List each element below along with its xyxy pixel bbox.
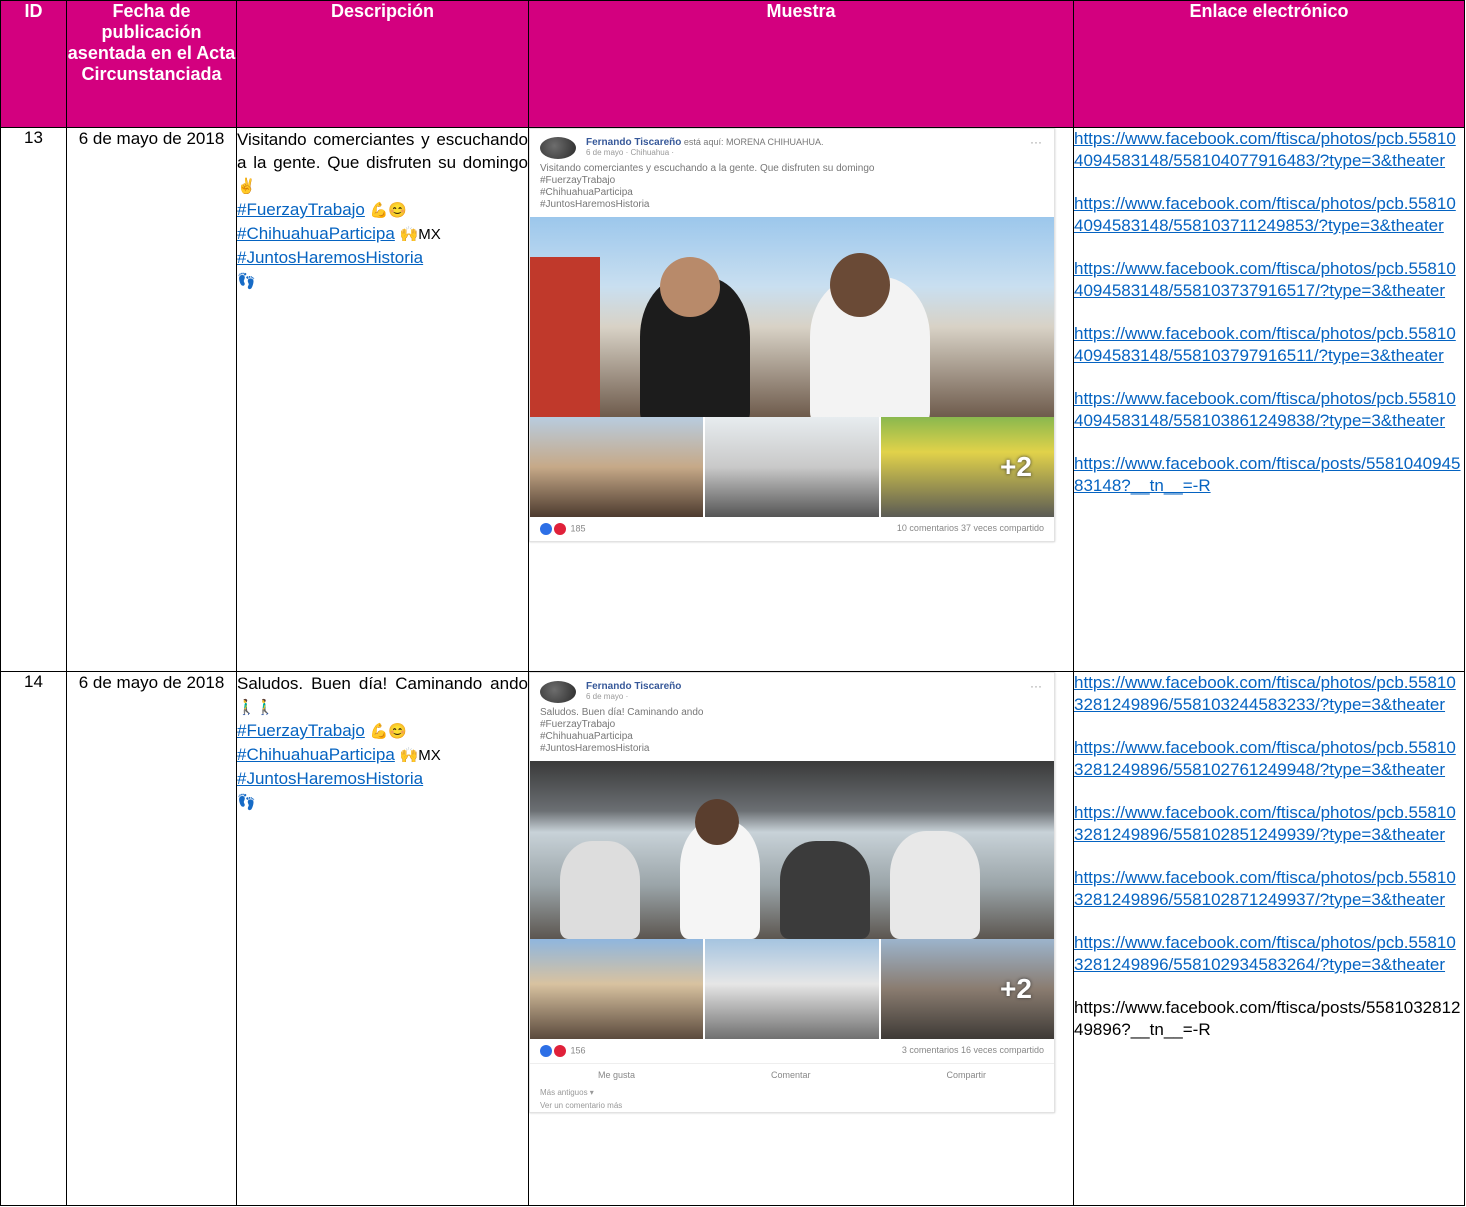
evidence-link-plain: https://www.facebook.com/ftisca/posts/55…	[1074, 998, 1461, 1039]
post-tag: #JuntosHaremosHistoria	[540, 199, 650, 210]
desc-text: Saludos. Buen día! Caminando ando	[237, 674, 528, 693]
hashtag-link[interactable]: #JuntosHaremosHistoria	[237, 248, 423, 267]
header-enlace: Enlace electrónico	[1073, 0, 1465, 128]
comments-sort: Más antiguos ▾	[540, 1088, 594, 1097]
evidence-link[interactable]: https://www.facebook.com/ftisca/photos/p…	[1074, 737, 1464, 781]
facebook-post-screenshot: Fernando Tiscareño está aquí: MORENA CHI…	[529, 128, 1055, 542]
post-thumbnail: +2	[880, 939, 1054, 1039]
post-tag: #ChihuahuaParticipa	[540, 731, 633, 742]
footprints-icon: 👣	[237, 273, 256, 290]
post-thumbnail	[530, 417, 706, 517]
more-photos-count: +2	[1000, 451, 1032, 482]
table-row: 13 6 de mayo de 2018 Visitando comercian…	[0, 127, 1465, 672]
post-stats: 3 comentarios 16 veces compartido	[901, 1045, 1044, 1055]
desc-text: Visitando comerciantes y escuchando a la…	[237, 130, 528, 172]
hashtag-link[interactable]: #ChihuahuaParticipa	[237, 224, 395, 243]
share-action: Compartir	[946, 1070, 986, 1080]
post-meta: 6 de mayo ·	[586, 692, 629, 701]
post-tag: #FuerzayTrabajo	[540, 719, 616, 730]
love-reaction-icon	[554, 523, 566, 535]
evidence-link[interactable]: https://www.facebook.com/ftisca/photos/p…	[1074, 802, 1464, 846]
row-descripcion: Visitando comerciantes y escuchando a la…	[236, 127, 529, 672]
hashtag-link[interactable]: #JuntosHaremosHistoria	[237, 769, 423, 788]
row-muestra: Fernando Tiscareño 6 de mayo · ··· Salud…	[528, 671, 1074, 1206]
evidence-link[interactable]: https://www.facebook.com/ftisca/photos/p…	[1074, 867, 1464, 911]
facebook-post-screenshot: Fernando Tiscareño 6 de mayo · ··· Salud…	[529, 672, 1055, 1113]
row-descripcion: Saludos. Buen día! Caminando ando 🚶‍♂🚶‍♂…	[236, 671, 529, 1206]
like-reaction-icon	[540, 1045, 552, 1057]
hashtag-link[interactable]: #FuerzayTrabajo	[237, 200, 365, 219]
post-tag: #ChihuahuaParticipa	[540, 187, 633, 198]
avatar	[540, 137, 576, 159]
evidence-link[interactable]: https://www.facebook.com/ftisca/photos/p…	[1074, 258, 1464, 302]
row-id: 13	[0, 127, 67, 672]
table-header-row: ID Fecha de publicación asentada en el A…	[0, 0, 1465, 128]
hashtag-link[interactable]: #ChihuahuaParticipa	[237, 745, 395, 764]
muscle-smile-icon: 💪😊	[369, 202, 407, 219]
more-photos-count: +2	[1000, 973, 1032, 1004]
evidence-link[interactable]: https://www.facebook.com/ftisca/photos/p…	[1074, 193, 1464, 237]
post-meta: 6 de mayo · Chihuahua ·	[586, 148, 675, 157]
row-enlaces: https://www.facebook.com/ftisca/photos/p…	[1073, 671, 1465, 1206]
row-enlaces: https://www.facebook.com/ftisca/photos/p…	[1073, 127, 1465, 672]
row-fecha: 6 de mayo de 2018	[66, 127, 237, 672]
more-options-icon: ···	[1030, 135, 1042, 149]
post-author: Fernando Tiscareño	[586, 137, 682, 148]
evidence-link[interactable]: https://www.facebook.com/ftisca/photos/p…	[1074, 128, 1464, 172]
evidence-link[interactable]: https://www.facebook.com/ftisca/photos/p…	[1074, 932, 1464, 976]
like-action: Me gusta	[597, 1070, 636, 1080]
more-options-icon: ···	[1030, 679, 1042, 693]
reaction-count: 185	[570, 523, 586, 534]
post-text: Visitando comerciantes y escuchando a la…	[540, 163, 875, 174]
header-id: ID	[0, 0, 67, 128]
evidence-link[interactable]: https://www.facebook.com/ftisca/photos/p…	[1074, 388, 1464, 432]
post-author-suffix: está aquí: MORENA CHIHUAHUA.	[683, 137, 824, 147]
post-tag: #FuerzayTrabajo	[540, 175, 616, 186]
raised-hands-icon: 🙌MX	[399, 747, 441, 764]
post-main-photo	[530, 217, 1054, 417]
victory-hand-icon: ✌	[237, 178, 256, 195]
post-thumbnail	[705, 939, 881, 1039]
header-muestra: Muestra	[528, 0, 1074, 128]
row-id: 14	[0, 671, 67, 1206]
post-thumbnail	[705, 417, 881, 517]
post-tag: #JuntosHaremosHistoria	[540, 743, 650, 754]
post-author: Fernando Tiscareño	[586, 681, 682, 692]
header-fecha: Fecha de publicación asentada en el Acta…	[66, 0, 237, 128]
post-thumbnail: +2	[880, 417, 1054, 517]
row-fecha: 6 de mayo de 2018	[66, 671, 237, 1206]
love-reaction-icon	[554, 1045, 566, 1057]
header-descripcion: Descripción	[236, 0, 529, 128]
evidence-link[interactable]: https://www.facebook.com/ftisca/posts/55…	[1074, 453, 1464, 497]
row-muestra: Fernando Tiscareño está aquí: MORENA CHI…	[528, 127, 1074, 672]
post-text: Saludos. Buen día! Caminando ando	[540, 707, 704, 718]
raised-hands-icon: 🙌MX	[399, 226, 441, 243]
more-comments-link: Ver un comentario más	[540, 1101, 623, 1110]
muscle-smile-icon: 💪😊	[369, 723, 407, 740]
walking-man-icon: 🚶‍♂🚶‍♂	[237, 699, 275, 716]
post-main-photo	[530, 761, 1054, 939]
reaction-count: 156	[570, 1045, 586, 1056]
evidence-link[interactable]: https://www.facebook.com/ftisca/photos/p…	[1074, 672, 1464, 716]
comment-action: Comentar	[770, 1070, 811, 1080]
post-stats: 10 comentarios 37 veces compartido	[896, 523, 1044, 533]
footprints-icon: 👣	[237, 794, 256, 811]
hashtag-link[interactable]: #FuerzayTrabajo	[237, 721, 365, 740]
like-reaction-icon	[540, 523, 552, 535]
evidence-link[interactable]: https://www.facebook.com/ftisca/photos/p…	[1074, 323, 1464, 367]
post-thumbnail	[530, 939, 706, 1039]
table-row: 14 6 de mayo de 2018 Saludos. Buen día! …	[0, 671, 1465, 1206]
evidence-table: ID Fecha de publicación asentada en el A…	[0, 0, 1465, 1206]
avatar	[540, 681, 576, 703]
